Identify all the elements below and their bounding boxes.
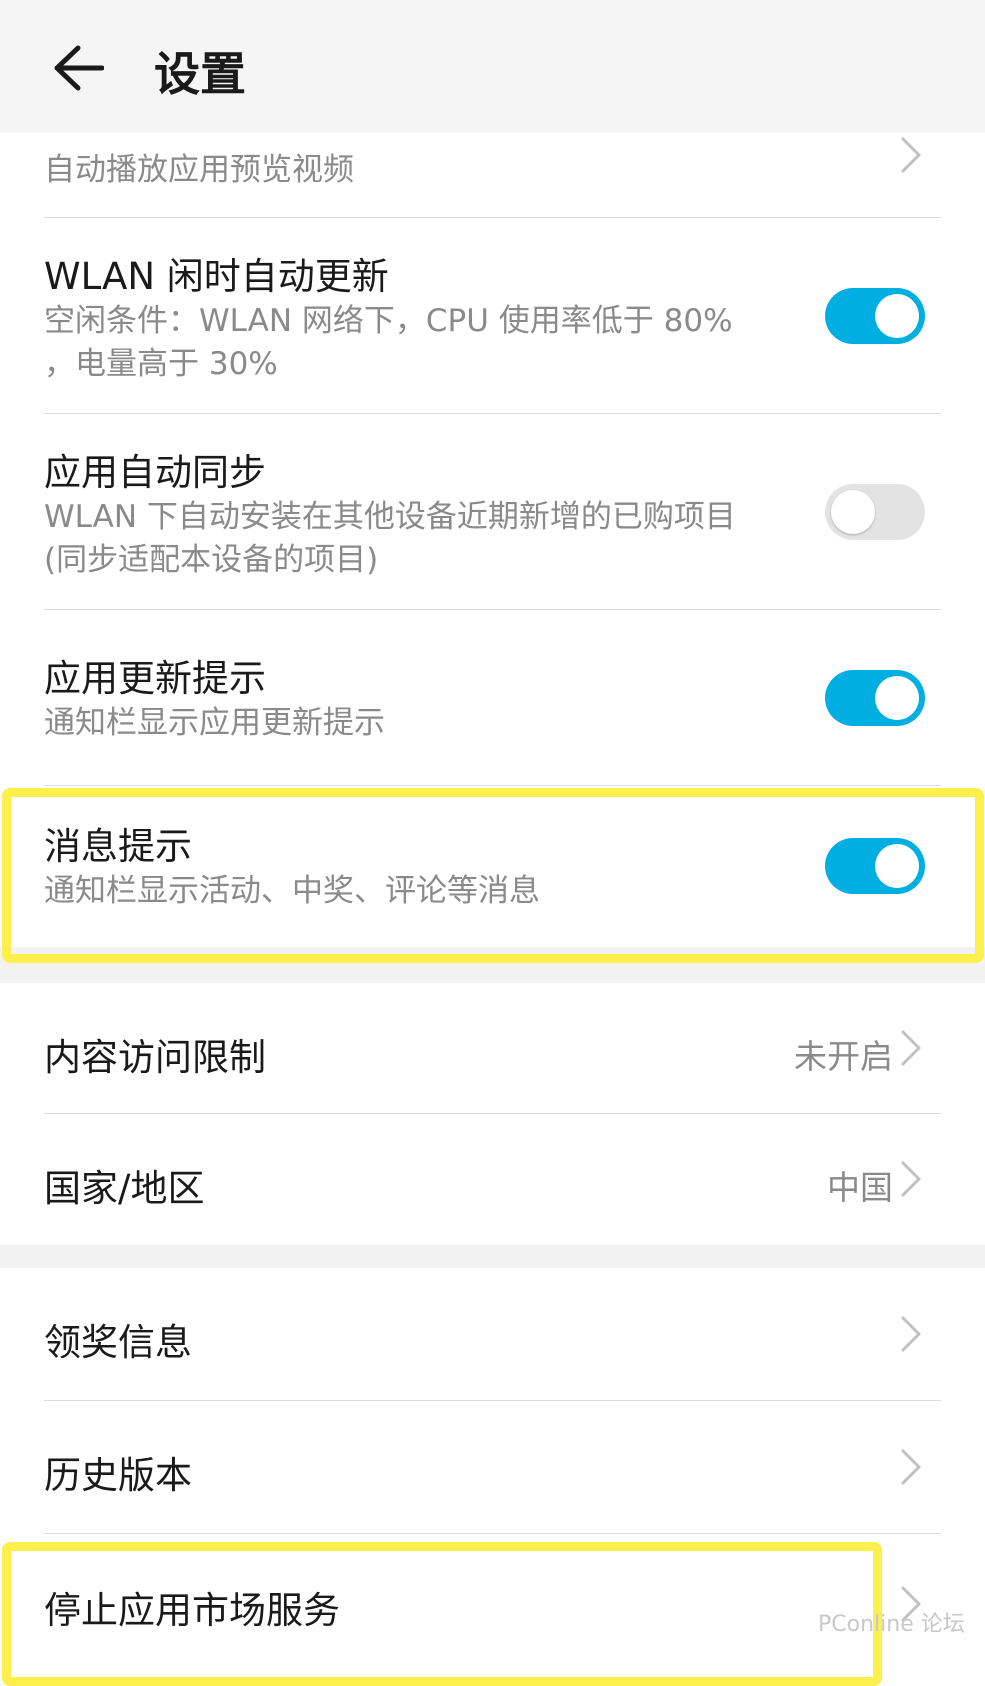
chevron-right-icon [901,1316,921,1352]
chevron-right-icon [901,1449,921,1485]
back-button[interactable] [48,40,108,96]
toggle-knob [875,676,919,720]
update-hint-row[interactable]: 应用更新提示 通知栏显示应用更新提示 [0,610,985,785]
country-region-title: 国家/地区 [44,1167,205,1210]
auto-sync-toggle[interactable] [825,484,925,540]
watermark: PConline 论坛 [818,1612,965,1637]
settings-section-region: 内容访问限制 未开启 国家/地区 中国 [0,983,985,1245]
autoplay-video-row[interactable]: 自动播放应用预览视频 [0,133,985,217]
auto-sync-row[interactable]: 应用自动同步 WLAN 下自动安装在其他设备近期新增的已购项目 (同步适配本设备… [0,414,985,609]
content-restriction-row[interactable]: 内容访问限制 未开启 [0,983,985,1113]
prize-info-title: 领奖信息 [44,1321,192,1364]
update-hint-toggle[interactable] [825,670,925,726]
chevron-right-icon [901,1161,921,1197]
highlight-box-message-hint [2,788,984,963]
content-restriction-value: 未开启 [794,1037,893,1076]
history-version-row[interactable]: 历史版本 [0,1401,985,1533]
wlan-auto-update-toggle[interactable] [825,288,925,344]
wlan-auto-update-subtitle: 空闲条件：WLAN 网络下，CPU 使用率低于 80% ，电量高于 30% [44,303,733,382]
autoplay-video-subtitle: 自动播放应用预览视频 [44,152,354,188]
toggle-knob [831,490,875,534]
app-header: 设置 [0,0,985,133]
wlan-auto-update-row[interactable]: WLAN 闲时自动更新 空闲条件：WLAN 网络下，CPU 使用率低于 80% … [0,218,985,413]
prize-info-row[interactable]: 领奖信息 [0,1268,985,1400]
update-hint-title: 应用更新提示 [44,657,266,700]
content-restriction-title: 内容访问限制 [44,1036,266,1079]
auto-sync-subtitle: WLAN 下自动安装在其他设备近期新增的已购项目 (同步适配本设备的项目) [44,499,736,578]
toggle-knob [875,294,919,338]
update-hint-subtitle: 通知栏显示应用更新提示 [44,705,385,741]
arrow-left-icon [54,45,104,91]
page-title: 设置 [154,47,246,101]
wlan-auto-update-title: WLAN 闲时自动更新 [44,255,389,298]
history-version-title: 历史版本 [44,1454,192,1497]
highlight-box-stop-service [2,1542,882,1686]
chevron-right-icon [901,137,921,173]
country-region-row[interactable]: 国家/地区 中国 [0,1114,985,1245]
country-region-value: 中国 [827,1168,893,1207]
chevron-right-icon [901,1030,921,1066]
auto-sync-title: 应用自动同步 [44,451,266,494]
